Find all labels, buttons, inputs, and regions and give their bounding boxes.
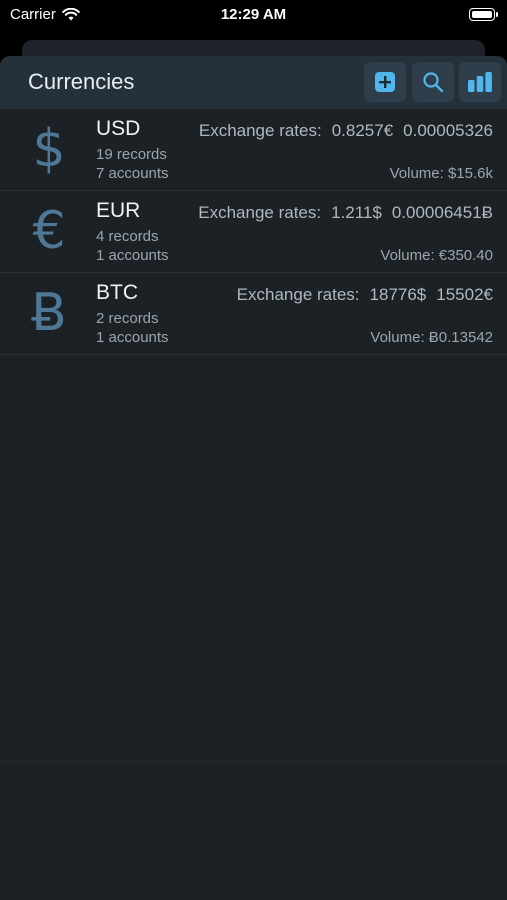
exchange-rate-2: 0.00006451Ƀ: [391, 203, 493, 222]
currency-row-btc[interactable]: Ƀ BTC Exchange rates: 18776$ 15502€ 2 reco…: [0, 273, 507, 355]
statistics-button[interactable]: [459, 62, 501, 102]
currency-code: EUR: [96, 199, 141, 222]
volume: Volume: €350.40: [380, 247, 493, 264]
accounts-count: 7 accounts: [96, 165, 169, 182]
exchange-rates-label: Exchange rates:: [198, 121, 322, 140]
volume: Volume: $15.6k: [389, 165, 493, 182]
currency-row-usd[interactable]: $ USD Exchange rates: 0.8257€ 0.00005326 1…: [0, 109, 507, 191]
bitcoin-icon: Ƀ: [31, 283, 67, 343]
currency-row-eur[interactable]: € EUR Exchange rates: 1.211$ 0.00006451Ƀ 4…: [0, 191, 507, 273]
exchange-rate-1: 18776$: [369, 285, 427, 304]
page-title: Currencies: [28, 69, 135, 94]
records-count: 19 records: [96, 146, 167, 163]
navigation-bar: Currencies: [0, 56, 507, 109]
records-count: 2 records: [96, 310, 159, 327]
exchange-rates-label: Exchange rates:: [198, 203, 322, 222]
euro-icon: €: [32, 201, 66, 261]
search-icon: [423, 72, 444, 93]
bar-chart-icon: [468, 72, 492, 92]
volume: Volume: Ƀ0.13542: [370, 329, 493, 346]
exchange-rates: Exchange rates: 0.8257€ 0.00005326: [199, 121, 493, 141]
status-time: 12:29 AM: [220, 6, 287, 23]
currencies-sheet: Currencies $ USD Exchange rates: 0.8257€…: [0, 56, 507, 900]
accounts-count: 1 accounts: [96, 247, 169, 264]
exchange-rates: Exchange rates: 1.211$ 0.00006451Ƀ: [198, 203, 493, 223]
dollar-icon: $: [32, 119, 66, 179]
search-button[interactable]: [412, 62, 454, 102]
status-bar: Carrier 12:29 AM: [0, 0, 507, 34]
accounts-count: 1 accounts: [96, 329, 169, 346]
exchange-rate-2: 15502€: [436, 285, 493, 304]
currency-code: USD: [96, 117, 141, 140]
exchange-rate-1: 0.8257€: [331, 121, 394, 140]
exchange-rate-1: 1.211$: [331, 203, 382, 222]
exchange-rates: Exchange rates: 18776$ 15502€: [237, 285, 493, 305]
divider: [0, 761, 507, 762]
currency-list: $ USD Exchange rates: 0.8257€ 0.00005326 1…: [0, 109, 507, 355]
add-currency-button[interactable]: [364, 62, 406, 102]
currency-code: BTC: [96, 281, 138, 304]
exchange-rates-label: Exchange rates:: [236, 285, 360, 304]
exchange-rate-2: 0.00005326: [403, 121, 493, 140]
battery-icon: [469, 8, 498, 21]
records-count: 4 records: [96, 228, 159, 245]
add-icon: [375, 72, 395, 92]
